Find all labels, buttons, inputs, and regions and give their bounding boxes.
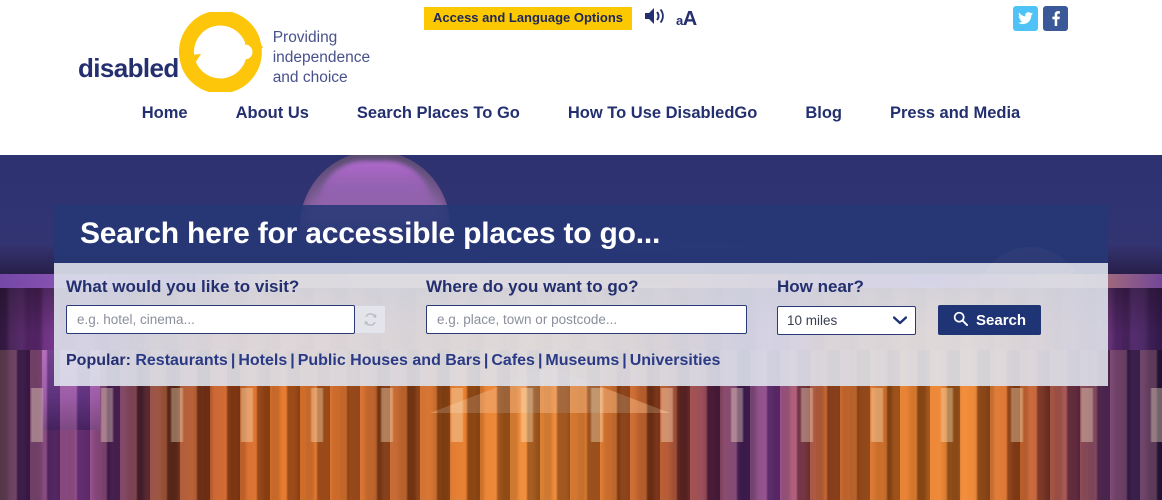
popular-link-universities[interactable]: Universities [630,352,721,369]
access-and-language-options-button[interactable]: Access and Language Options [424,7,632,30]
search-panel-body: What would you like to visit? e.g. hotel… [54,263,1108,386]
nav-item-about-us[interactable]: About Us [212,104,333,123]
search-fields-row: What would you like to visit? e.g. hotel… [54,277,1108,335]
nav-item-how-to-use-disabledgo[interactable]: How To Use DisabledGo [544,104,781,123]
popular-link-cafes[interactable]: Cafes [491,352,535,369]
logo-go-mark: G [175,10,267,94]
popular-link-hotels[interactable]: Hotels [238,352,287,369]
twitter-icon[interactable] [1013,6,1038,31]
facebook-icon[interactable] [1043,6,1068,31]
accessibility-toolbar: Access and Language Options aA [424,6,697,31]
refresh-icon[interactable] [355,305,386,334]
speaker-icon[interactable] [643,6,665,31]
popular-searches: Popular: Restaurants | Hotels | Public House… [54,335,1108,370]
tagline-line-1: Providing [272,29,338,46]
search-button-label: Search [976,311,1027,329]
nav-item-home[interactable]: Home [118,104,212,123]
popular-separator: | [290,352,295,369]
site-logo[interactable]: disabled G Providing independence and ch… [78,10,370,94]
logo-tagline: Providing independence and choice [273,28,370,88]
magnifier-icon [953,311,968,330]
popular-separator: | [622,352,627,369]
tagline-line-3: and choice [272,69,348,86]
distance-select[interactable]: 10 miles [777,306,916,335]
field-group-visit: What would you like to visit? [66,277,426,334]
popular-separator: | [537,352,543,369]
field-group-place: Where do you want to go? [426,277,777,334]
text-size-icon[interactable]: aA [676,9,697,29]
text-size-large-label: A [682,7,697,30]
distance-select-wrap: 10 miles [777,306,916,335]
field-group-near: How near? 10 miles Search [777,277,1042,335]
near-row: 10 miles Search [777,305,1042,335]
tagline-line-2: independence [272,49,371,66]
social-links [1013,6,1068,31]
nav-item-search-places-to-go[interactable]: Search Places To Go [333,104,544,123]
text-size-small-label: a [676,12,683,28]
search-panel-title-bar: Search here for accessible places to go.… [54,205,1108,263]
place-input-wrap [426,305,777,334]
popular-link-restaurants[interactable]: Restaurants [135,352,227,369]
search-panel: Search here for accessible places to go.… [54,205,1108,386]
visit-search-input[interactable] [66,305,355,334]
popular-link-public-houses-and-bars[interactable]: Public Houses and Bars [298,352,481,369]
near-field-label: How near? [777,277,864,296]
svg-text:G: G [204,31,234,73]
popular-separator: | [483,352,489,369]
location-search-input[interactable] [426,305,747,334]
circular-arrow-icon: G [178,10,263,94]
logo-wordmark: disabled [78,52,179,83]
popular-label: Popular: [66,352,131,369]
nav-item-press-and-media[interactable]: Press and Media [866,104,1044,123]
building-windows [0,388,1162,442]
main-navigation: Home About Us Search Places To Go How To… [0,104,1162,123]
popular-link-museums[interactable]: Museums [545,352,619,369]
popular-separator: | [230,352,236,369]
nav-item-blog[interactable]: Blog [781,104,866,123]
search-submit-button[interactable]: Search [938,305,1042,335]
hero-banner: Search here for accessible places to go.… [0,155,1162,500]
place-field-label: Where do you want to go? [426,277,639,296]
visit-input-wrap [66,305,426,334]
search-panel-title: Search here for accessible places to go.… [80,217,661,250]
site-header: disabled G Providing independence and ch… [0,0,1162,155]
visit-field-label: What would you like to visit? [66,277,300,296]
